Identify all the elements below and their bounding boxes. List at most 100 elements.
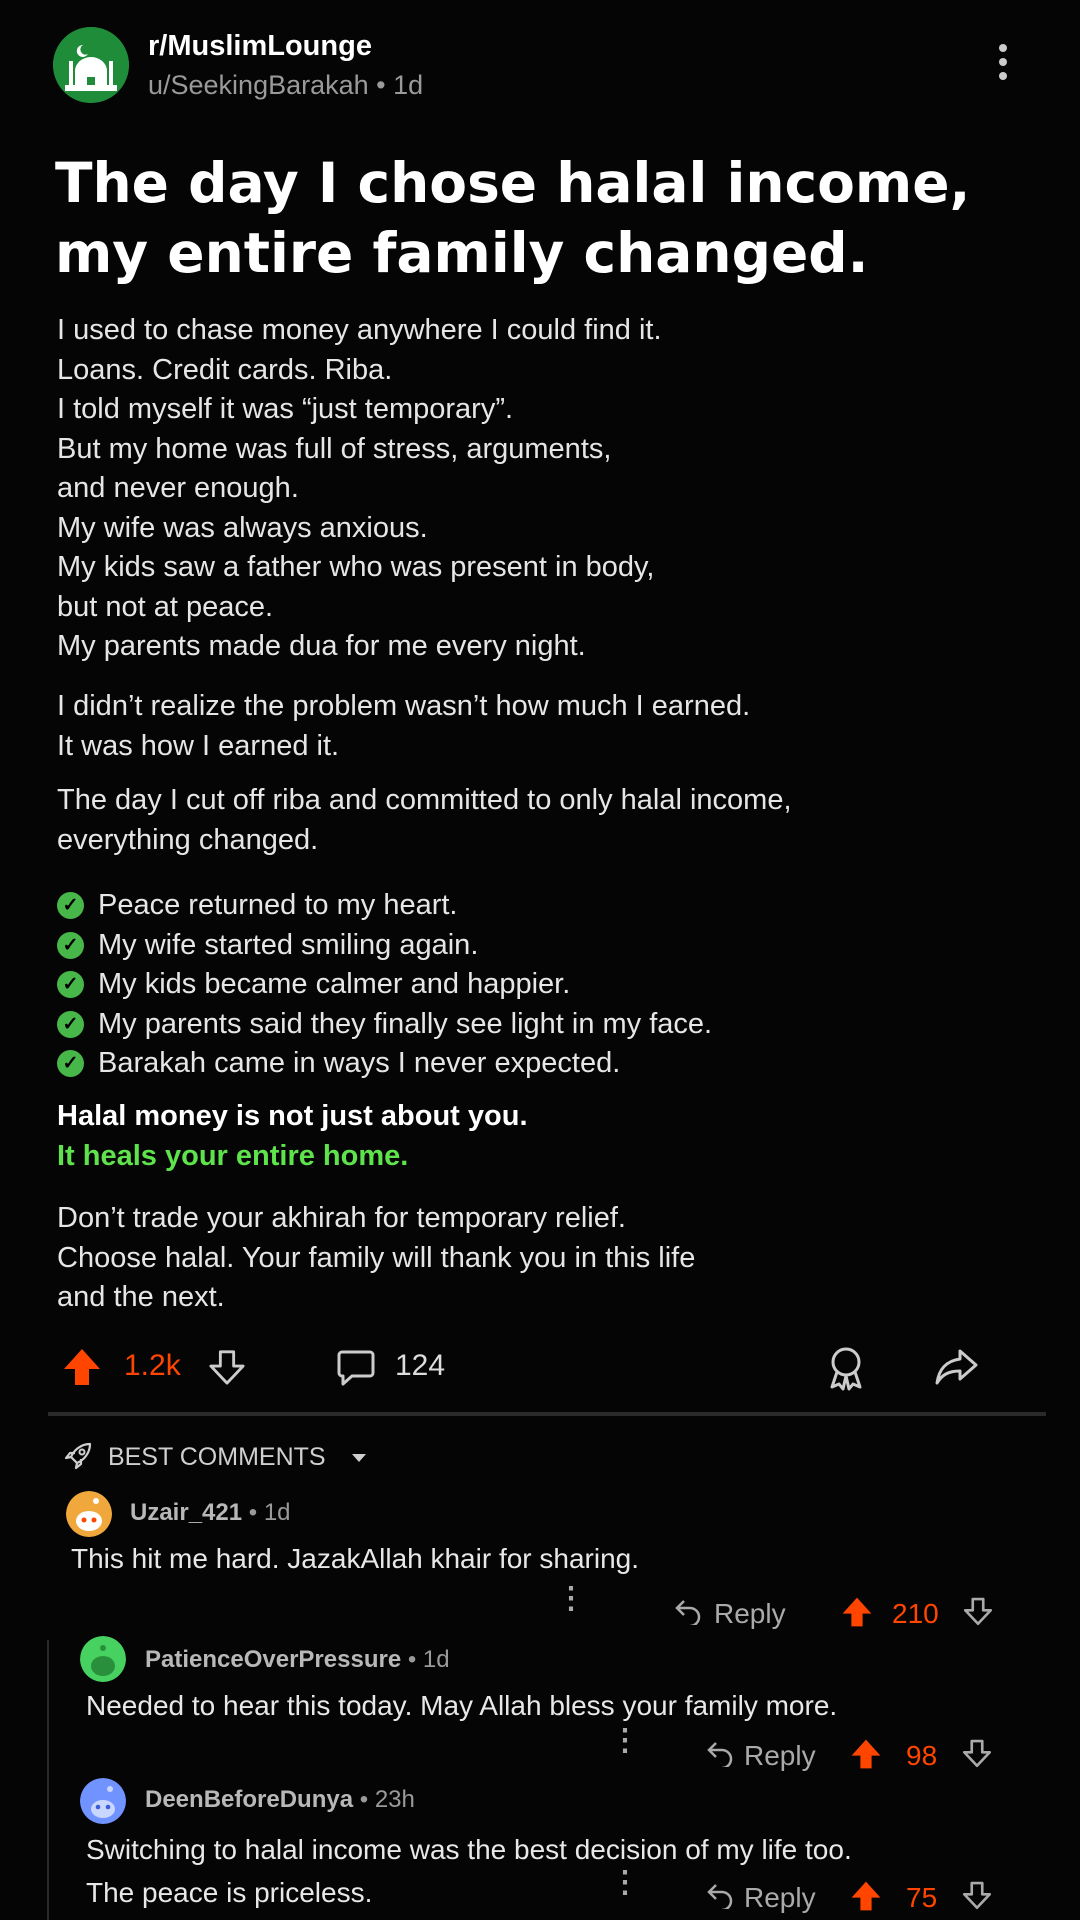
bold-line: Halal money is not just about you. [57, 1100, 528, 1132]
body-line: My wife was always anxious. [57, 511, 428, 544]
comment-more-icon[interactable]: ⋮ [610, 1868, 640, 1898]
comment-age: 1d [422, 1646, 450, 1673]
comment-more-icon[interactable]: ⋮ [610, 1726, 640, 1756]
reply-icon[interactable] [706, 1739, 734, 1767]
comment-age: 1d [263, 1499, 291, 1526]
comment: PatienceOverPressure • 1d Needed to hear… [80, 1636, 1060, 1776]
comment-body: Needed to hear this today. May Allah ble… [86, 1686, 837, 1726]
body-line: I told myself it was “just temporary”. [57, 393, 514, 425]
section-divider [48, 1412, 1046, 1416]
checklist-text: My kids became calmer and happier. [98, 968, 571, 1000]
checklist: ✓ Peace returned to my heart. ✓ My wife st… [57, 886, 1047, 1084]
post-comment-count[interactable]: 124 [395, 1349, 445, 1383]
green-line: It heals your entire home. [57, 1139, 409, 1172]
snoo-avatar-icon[interactable] [66, 1491, 112, 1537]
reply-button[interactable]: Reply [744, 1740, 816, 1772]
body-line: Choose halal. Your family will thank you… [57, 1241, 696, 1274]
reply-button[interactable]: Reply [714, 1598, 786, 1630]
reply-icon[interactable] [706, 1881, 734, 1909]
body-line: and never enough. [57, 472, 299, 504]
comment-meta: PatienceOverPressure • 1d [145, 1646, 450, 1673]
kebab-icon[interactable] [996, 44, 1010, 88]
body-line: The day I cut off riba and committed to … [57, 784, 792, 816]
checklist-text: My wife started smiling again. [98, 928, 479, 961]
body-line: Don’t trade your akhirah for temporary r… [57, 1202, 626, 1234]
post-title: The day I chose halal income, my entire … [55, 148, 1035, 288]
checklist-text: Barakah came in ways I never expected. [98, 1047, 621, 1079]
body-line: It was how I earned it. [57, 729, 340, 762]
checklist-item: ✓ My wife started smiling again. [57, 926, 1047, 966]
comment-meta: DeenBeforeDunya • 23h [145, 1786, 415, 1813]
comment-actions: ⋮ Reply 75 [80, 1868, 1010, 1920]
subreddit-avatar[interactable] [53, 27, 129, 103]
reply-button[interactable]: Reply [744, 1882, 816, 1914]
reply-icon[interactable] [674, 1597, 702, 1625]
post-title-line: my entire family changed. [55, 221, 869, 285]
emphasis-block: Halal money is not just about you. It he… [57, 1097, 1047, 1176]
comment-username[interactable]: DeenBeforeDunya [145, 1786, 353, 1813]
check-icon: ✓ [57, 1050, 84, 1077]
post-meta: u/SeekingBarakah • 1d [148, 70, 423, 101]
downvote-icon[interactable] [962, 1880, 992, 1910]
comment: DeenBeforeDunya • 23h Switching to halal… [80, 1778, 1060, 1920]
post-title-line: The day I chose halal income, [55, 151, 971, 215]
comment-line: Switching to halal income was the best d… [86, 1834, 852, 1865]
body-line: My parents made dua for me every night. [57, 630, 586, 662]
checklist-item: ✓ Peace returned to my heart. [57, 886, 1047, 926]
thread-line[interactable] [47, 1640, 49, 1920]
post-paragraph-1: I used to chase money anywhere I could f… [57, 311, 1047, 667]
comment-meta: Uzair_421 • 1d [130, 1499, 291, 1526]
body-line: Loans. Credit cards. Riba. [57, 353, 393, 386]
comment-icon[interactable] [336, 1348, 376, 1388]
comment-more-icon[interactable]: ⋮ [556, 1584, 586, 1614]
checklist-item: ✓ My kids became calmer and happier. [57, 965, 1047, 1005]
share-icon[interactable] [934, 1347, 980, 1387]
comment-age: 23h [374, 1786, 415, 1813]
post-action-bar: 1.2k 124 [62, 1343, 1012, 1393]
downvote-icon[interactable] [208, 1348, 246, 1386]
comment-line: This hit me hard. JazakAllah khair for s… [71, 1543, 640, 1574]
comment-username[interactable]: PatienceOverPressure [145, 1646, 401, 1673]
body-line: everything changed. [57, 823, 319, 856]
check-icon: ✓ [57, 1010, 84, 1038]
check-icon: ✓ [57, 971, 84, 998]
comment-vote-count: 210 [892, 1598, 939, 1629]
comment-sort-label: BEST COMMENTS [107, 1443, 326, 1471]
snoo-avatar-icon[interactable] [80, 1778, 126, 1824]
body-line: and the next. [57, 1281, 225, 1313]
comment-vote-count: 98 [906, 1740, 938, 1771]
upvote-icon[interactable] [62, 1347, 102, 1387]
upvote-icon[interactable] [850, 1880, 882, 1912]
comment-sort[interactable]: BEST COMMENTS [63, 1441, 367, 1472]
post-age: 1d [393, 70, 424, 100]
downvote-icon[interactable] [963, 1596, 993, 1626]
post-author[interactable]: u/SeekingBarakah [148, 70, 369, 100]
upvote-icon[interactable] [850, 1738, 882, 1770]
comment-actions: ⋮ Reply 210 [66, 1584, 1006, 1636]
upvote-icon[interactable] [841, 1596, 873, 1628]
post-paragraph-3: The day I cut off riba and committed to … [57, 781, 1047, 860]
downvote-icon[interactable] [962, 1738, 992, 1768]
body-line: My kids saw a father who was present in … [57, 551, 655, 583]
award-icon[interactable] [824, 1345, 868, 1391]
meta-separator: • [376, 70, 394, 100]
body-line: I didn’t realize the problem wasn’t how … [57, 690, 751, 722]
mosque-icon [53, 27, 129, 103]
body-line: But my home was full of stress, argument… [57, 432, 612, 465]
subreddit-name[interactable]: r/MuslimLounge [148, 30, 372, 63]
body-line: I used to chase money anywhere I could f… [57, 314, 662, 346]
checklist-item: ✓ Barakah came in ways I never expected. [57, 1044, 1047, 1084]
post-upvote-count: 1.2k [124, 1349, 181, 1382]
rocket-icon [64, 1442, 92, 1470]
comment-vote-count: 75 [906, 1882, 938, 1913]
comment-body: This hit me hard. JazakAllah khair for s… [71, 1539, 639, 1579]
comment-username[interactable]: Uzair_421 [130, 1499, 242, 1526]
comment-actions: ⋮ Reply 98 [80, 1726, 1010, 1778]
snoo-avatar-icon[interactable] [80, 1636, 126, 1682]
checklist-text: Peace returned to my heart. [98, 889, 458, 921]
checklist-text: My parents said they finally see light i… [98, 1007, 713, 1040]
body-line: but not at peace. [57, 590, 274, 623]
check-icon: ✓ [57, 892, 84, 919]
check-icon: ✓ [57, 931, 84, 959]
checklist-item: ✓ My parents said they finally see light … [57, 1005, 1047, 1045]
